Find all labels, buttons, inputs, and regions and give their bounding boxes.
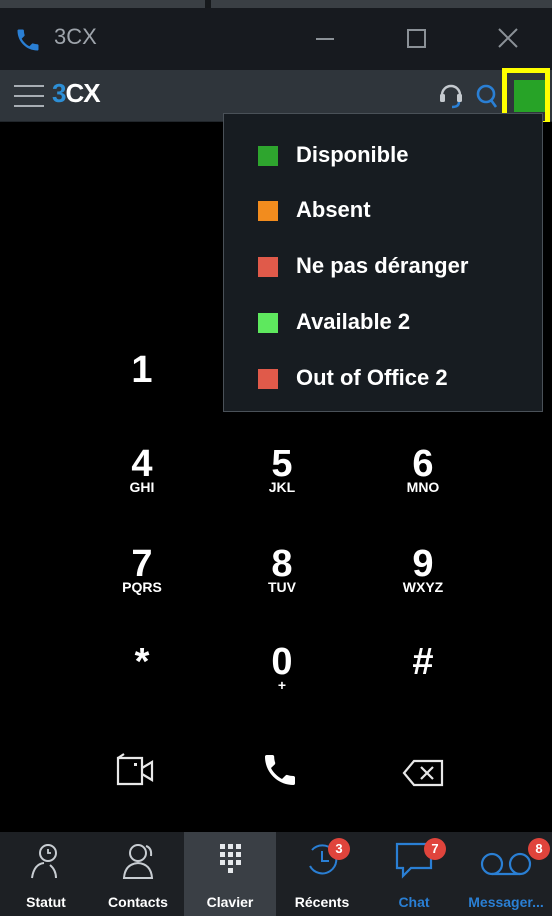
headset-icon[interactable] — [438, 82, 464, 110]
status-dropdown-menu: Disponible Absent Ne pas déranger Availa… — [223, 113, 543, 412]
nav-recents[interactable]: 3 Récents — [276, 832, 368, 916]
key-digit: 0 — [271, 641, 293, 683]
status-color-swatch — [258, 146, 278, 166]
status-option-disponible[interactable]: Disponible — [224, 134, 542, 174]
key-8[interactable]: 8 TUV — [237, 544, 327, 594]
key-9[interactable]: 9 WXYZ — [378, 544, 468, 594]
window-title: 3CX — [54, 24, 97, 49]
3cx-logo: 3CX — [52, 78, 101, 109]
voicemail-badge: 8 — [528, 838, 550, 860]
status-option-label: Out of Office 2 — [296, 365, 448, 390]
window-top-strip — [0, 0, 552, 8]
maximize-button[interactable] — [394, 18, 438, 58]
nav-label: Chat — [398, 894, 430, 910]
search-icon[interactable] — [474, 80, 500, 110]
key-digit: 7 — [131, 543, 153, 585]
key-digit: 8 — [271, 543, 293, 585]
key-digit: 6 — [412, 443, 434, 485]
bottom-navigation: Statut Contacts Clavier 3 Récents 7 Chat… — [0, 832, 552, 916]
key-letters: PQRS — [122, 579, 162, 595]
status-option-label: Ne pas déranger — [296, 253, 469, 278]
key-hash[interactable]: # — [378, 642, 468, 682]
status-icon — [31, 844, 57, 879]
key-digit: # — [412, 641, 434, 683]
status-color-swatch — [258, 257, 278, 277]
chat-badge: 7 — [424, 838, 446, 860]
key-6[interactable]: 6 MNO — [378, 444, 468, 494]
dialpad-icon — [220, 844, 241, 873]
status-color-swatch — [258, 369, 278, 389]
key-digit: 5 — [271, 443, 293, 485]
phone-app-icon — [17, 29, 39, 51]
backspace-icon[interactable] — [402, 758, 446, 788]
nav-messagerie[interactable]: 8 Messager... — [460, 832, 552, 916]
nav-label: Contacts — [108, 894, 168, 910]
recents-badge: 3 — [328, 838, 350, 860]
status-option-out-of-office-2[interactable]: Out of Office 2 — [224, 357, 542, 397]
key-letters: JKL — [268, 479, 296, 495]
key-letters: + — [277, 677, 287, 693]
key-star[interactable]: * — [97, 642, 187, 682]
nav-label: Statut — [26, 894, 66, 910]
logo-three: 3 — [52, 78, 67, 108]
key-letters: MNO — [406, 479, 440, 495]
status-color-swatch — [258, 313, 278, 333]
key-digit: 4 — [131, 443, 153, 485]
close-button[interactable] — [486, 18, 530, 58]
contacts-icon — [122, 844, 154, 879]
key-5[interactable]: 5 JKL — [237, 444, 327, 494]
status-option-available-2[interactable]: Available 2 — [224, 301, 542, 341]
key-letters: WXYZ — [402, 579, 444, 595]
nav-clavier[interactable]: Clavier — [184, 832, 276, 916]
key-digit: 9 — [412, 543, 434, 585]
nav-statut[interactable]: Statut — [0, 832, 92, 916]
key-0[interactable]: 0 + — [237, 642, 327, 692]
nav-label: Récents — [294, 894, 350, 910]
key-digit: * — [134, 641, 150, 683]
menu-icon[interactable] — [14, 83, 44, 109]
close-icon — [498, 28, 518, 48]
minimize-button[interactable] — [303, 18, 347, 58]
title-bar: 3CX — [0, 8, 552, 70]
voicemail-icon — [480, 852, 532, 876]
video-call-icon[interactable] — [114, 752, 160, 790]
status-option-label: Absent — [296, 197, 371, 222]
status-option-dnd[interactable]: Ne pas déranger — [224, 245, 542, 285]
status-color-swatch — [258, 201, 278, 221]
status-option-label: Available 2 — [296, 309, 411, 334]
key-7[interactable]: 7 PQRS — [97, 544, 187, 594]
nav-chat[interactable]: 7 Chat — [368, 832, 460, 916]
key-letters: TUV — [268, 579, 296, 595]
status-option-absent[interactable]: Absent — [224, 189, 542, 229]
key-4[interactable]: 4 GHI — [97, 444, 187, 494]
logo-cx: CX — [65, 78, 100, 108]
maximize-icon — [407, 29, 426, 48]
minimize-icon — [316, 38, 334, 40]
nav-label: Messager... — [468, 894, 544, 910]
nav-label: Clavier — [206, 894, 254, 910]
key-letters: GHI — [129, 479, 155, 495]
key-1[interactable]: 1 — [97, 350, 187, 390]
call-icon[interactable] — [260, 750, 300, 790]
key-digit: 1 — [131, 349, 153, 391]
nav-contacts[interactable]: Contacts — [92, 832, 184, 916]
status-option-label: Disponible — [296, 142, 409, 167]
